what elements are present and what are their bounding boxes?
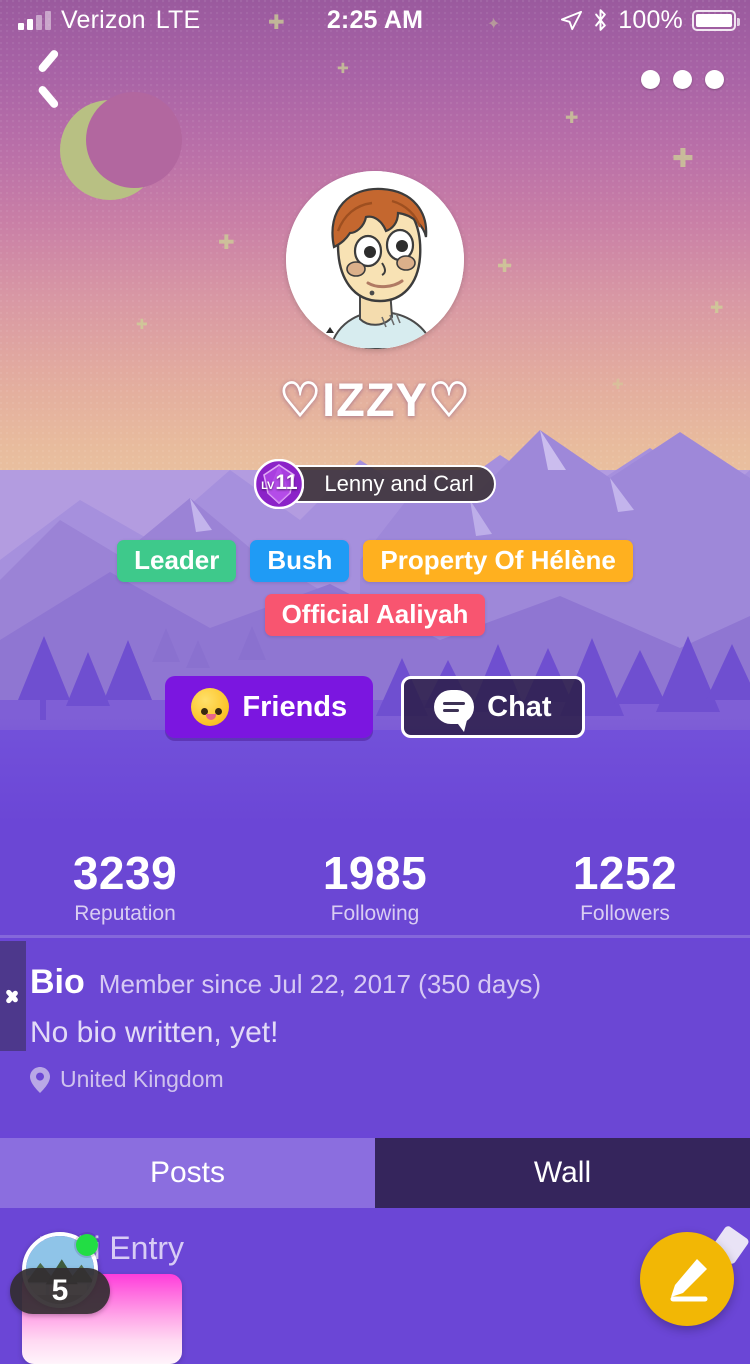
signal-bars-icon (18, 10, 51, 30)
carrier-label: Verizon (61, 5, 146, 34)
stat-followers[interactable]: 1252 Followers (500, 850, 750, 926)
bio-text: No bio written, yet! (30, 1016, 279, 1049)
more-horizontal-icon[interactable] (641, 69, 724, 89)
bio-section: Bio Member since Jul 22, 2017 (350 days)… (0, 941, 750, 1131)
stat-following-value: 1985 (322, 846, 428, 899)
bio-member-since: Member since Jul 22, 2017 (350 days) (98, 969, 542, 999)
tag-property-of-helene[interactable]: Property Of Hélène (363, 540, 633, 582)
avatar[interactable] (286, 171, 464, 349)
chat-button[interactable]: Chat (401, 676, 585, 738)
navigation-bar (0, 44, 750, 114)
friends-button-label: Friends (242, 690, 348, 723)
profile-tabs: Posts Wall (0, 1138, 750, 1208)
level-badge[interactable]: LV 11 Lenny and Carl (0, 459, 750, 509)
level-gem-icon: LV 11 (254, 459, 305, 509)
stat-followers-label: Followers (580, 901, 670, 925)
bluetooth-icon (595, 9, 607, 31)
stat-reputation[interactable]: 3239 Reputation (0, 850, 250, 926)
tag-official-aaliyah[interactable]: Official Aaliyah (264, 594, 486, 636)
battery-percent-label: 100% (618, 5, 683, 34)
clock-label: 2:25 AM (326, 5, 424, 34)
tab-posts[interactable]: Posts (0, 1138, 375, 1208)
profile-stats: 3239 Reputation 1985 Following 1252 Foll… (0, 840, 750, 938)
pencil-icon (670, 1259, 708, 1302)
online-status-dot (76, 1234, 98, 1256)
compose-button[interactable] (640, 1232, 734, 1326)
profile-action-buttons: Friends Chat (0, 676, 750, 738)
bio-location-label: United Kingdom (60, 1066, 224, 1092)
chat-button-label: Chat (487, 690, 552, 723)
tab-posts-label: Posts (149, 1156, 226, 1189)
level-prefix: LV (261, 480, 275, 492)
smiley-face-icon (191, 688, 230, 726)
unread-count-badge[interactable]: 5 (10, 1268, 110, 1314)
friends-button[interactable]: Friends (165, 676, 374, 738)
page-title: ♡IZZY♡ (278, 373, 472, 426)
bio-location: United Kingdom (30, 1066, 720, 1093)
chevron-left-icon[interactable] (26, 56, 72, 102)
bio-title: Bio (30, 963, 85, 1001)
stat-following-label: Following (330, 901, 420, 925)
stat-following[interactable]: 1985 Following (250, 850, 500, 926)
stat-reputation-value: 3239 (72, 846, 178, 899)
network-label: LTE (155, 5, 201, 34)
map-pin-icon (30, 1066, 50, 1093)
location-arrow-icon (561, 10, 583, 30)
tag-bush[interactable]: Bush (250, 540, 350, 582)
tab-wall-label: Wall (533, 1156, 592, 1189)
tab-wall[interactable]: Wall (375, 1138, 750, 1208)
user-avatar-cartoon (286, 171, 464, 349)
level-title-pill: Lenny and Carl (278, 465, 496, 503)
tag-leader[interactable]: Leader (117, 540, 237, 582)
stat-reputation-label: Reputation (74, 901, 176, 925)
profile-tag-list: Leader Bush Property Of Hélène Official … (0, 540, 750, 636)
stat-followers-value: 1252 (572, 846, 678, 899)
level-value: 11 (275, 471, 298, 494)
chat-bubble-icon (434, 690, 475, 732)
status-bar: Verizon LTE 2:25 AM 100% (0, 0, 750, 40)
battery-full-icon (692, 9, 740, 31)
chevron-right-icon[interactable] (0, 941, 26, 1051)
